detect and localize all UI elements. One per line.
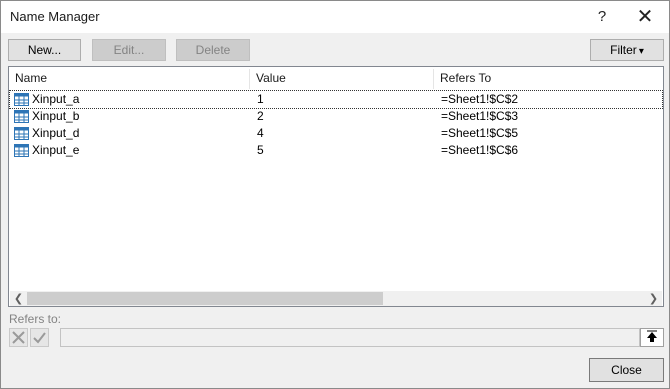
filter-button[interactable]: Filter ▾ (590, 39, 664, 61)
refers-to-cell: =Sheet1!$C$5 (441, 126, 519, 140)
refers-to-label: Refers to: (9, 312, 62, 326)
value-cell: 4 (257, 126, 264, 140)
close-button[interactable]: Close (589, 358, 664, 382)
name-cell: Xinput_b (32, 109, 80, 123)
name-cell: Xinput_e (32, 143, 80, 157)
column-header-name[interactable]: Name (9, 67, 249, 90)
new-button-label: New... (27, 43, 62, 57)
close-window-icon[interactable]: ✕ (625, 3, 665, 31)
value-cell: 2 (257, 109, 264, 123)
table-row[interactable]: Xinput_b 2 =Sheet1!$C$3 (10, 108, 662, 125)
value-cell: 1 (257, 92, 264, 106)
horizontal-scrollbar[interactable]: ❮ ❯ (10, 291, 662, 306)
scroll-right-icon[interactable]: ❯ (645, 291, 662, 306)
named-range-icon (14, 144, 29, 157)
delete-button[interactable]: Delete (176, 39, 250, 61)
title-bar: Name Manager ? ✕ (1, 1, 669, 33)
column-header-refers-to[interactable]: Refers To (434, 67, 664, 90)
name-manager-dialog: Name Manager ? ✕ New... Edit... Delete F… (0, 0, 670, 389)
table-row[interactable]: Xinput_e 5 =Sheet1!$C$6 (10, 142, 662, 159)
refers-to-input[interactable] (60, 328, 640, 347)
filter-button-label: Filter (610, 43, 637, 57)
refers-to-cell: =Sheet1!$C$2 (441, 92, 519, 106)
scroll-left-icon[interactable]: ❮ (10, 291, 27, 306)
new-button[interactable]: New... (8, 39, 81, 61)
table-row[interactable]: Xinput_a 1 =Sheet1!$C$2 (9, 90, 663, 109)
refers-to-cell: =Sheet1!$C$3 (441, 109, 519, 123)
edit-button[interactable]: Edit... (92, 39, 166, 61)
collapse-dialog-button[interactable] (640, 328, 664, 347)
refers-to-cell: =Sheet1!$C$6 (441, 143, 519, 157)
confirm-edit-button[interactable] (30, 328, 49, 347)
cancel-x-icon (12, 331, 25, 344)
scrollbar-thumb[interactable] (27, 292, 383, 305)
collapse-arrow-icon (647, 330, 657, 342)
named-range-icon (14, 93, 29, 106)
table-row[interactable]: Xinput_d 4 =Sheet1!$C$5 (10, 125, 662, 142)
name-cell: Xinput_a (32, 92, 80, 106)
column-header-value[interactable]: Value (250, 67, 433, 90)
checkmark-icon (33, 332, 46, 344)
name-cell: Xinput_d (32, 126, 80, 140)
named-range-icon (14, 127, 29, 140)
close-button-label: Close (611, 363, 642, 377)
edit-button-label: Edit... (113, 43, 145, 57)
help-button[interactable]: ? (587, 3, 617, 31)
chevron-down-icon: ▾ (638, 46, 644, 57)
value-cell: 5 (257, 143, 264, 157)
cancel-edit-button[interactable] (9, 328, 28, 347)
names-list[interactable]: Name Value Refers To Xinput_a 1 =Sheet1!… (8, 66, 664, 307)
delete-button-label: Delete (195, 43, 231, 57)
named-range-icon (14, 110, 29, 123)
window-title: Name Manager (10, 9, 100, 24)
